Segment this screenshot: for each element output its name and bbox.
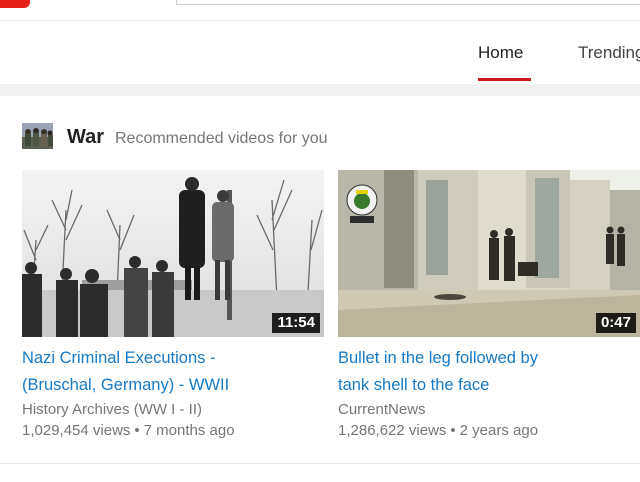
meta-separator: • bbox=[450, 422, 456, 439]
feed-tabs: Home Trending bbox=[0, 21, 640, 83]
video-meta: 1,029,454 views • 7 months ago bbox=[22, 420, 324, 442]
recommended-shelf: War Recommended videos for you 11:54 Naz… bbox=[0, 96, 640, 482]
video-title-line[interactable]: Nazi Criminal Executions - bbox=[22, 349, 215, 367]
video-title-line[interactable]: tank shell to the face bbox=[338, 376, 489, 394]
tab-home[interactable]: Home bbox=[478, 43, 523, 63]
video-card[interactable]: 0:47 Bullet in the leg followed by tank … bbox=[338, 170, 640, 442]
tab-home-active-indicator bbox=[478, 78, 531, 81]
search-input[interactable] bbox=[176, 0, 640, 5]
section-divider bbox=[0, 84, 640, 96]
video-meta: 1,286,622 views • 2 years ago bbox=[338, 420, 640, 442]
channel-name[interactable]: History Archives (WW I - II) bbox=[22, 400, 324, 420]
upload-age: 7 months ago bbox=[143, 422, 235, 439]
shelf-avatar[interactable] bbox=[22, 123, 53, 149]
channel-name[interactable]: CurrentNews bbox=[338, 400, 640, 420]
video-duration: 11:54 bbox=[272, 313, 320, 333]
shelf-divider bbox=[0, 463, 640, 464]
shelf-subtitle: Recommended videos for you bbox=[115, 130, 328, 147]
video-title[interactable]: Bullet in the leg followed by tank shell… bbox=[338, 345, 628, 399]
masthead bbox=[0, 0, 640, 21]
video-title[interactable]: Nazi Criminal Executions - (Bruschal, Ge… bbox=[22, 345, 312, 399]
video-thumbnail[interactable]: 11:54 bbox=[22, 170, 324, 337]
view-count: 1,029,454 views bbox=[22, 422, 131, 439]
meta-separator: • bbox=[134, 422, 140, 439]
upload-age: 2 years ago bbox=[459, 422, 539, 439]
tab-trending[interactable]: Trending bbox=[578, 43, 640, 63]
video-title-line[interactable]: (Bruschal, Germany) - WWII bbox=[22, 376, 229, 394]
video-card[interactable]: 11:54 Nazi Criminal Executions - (Brusch… bbox=[22, 170, 324, 442]
video-title-line[interactable]: Bullet in the leg followed by bbox=[338, 349, 538, 367]
view-count: 1,286,622 views bbox=[338, 422, 447, 439]
video-thumbnail[interactable]: 0:47 bbox=[338, 170, 640, 337]
video-duration: 0:47 bbox=[595, 313, 636, 333]
youtube-logo[interactable] bbox=[0, 0, 30, 8]
shelf-title[interactable]: War bbox=[67, 126, 104, 149]
